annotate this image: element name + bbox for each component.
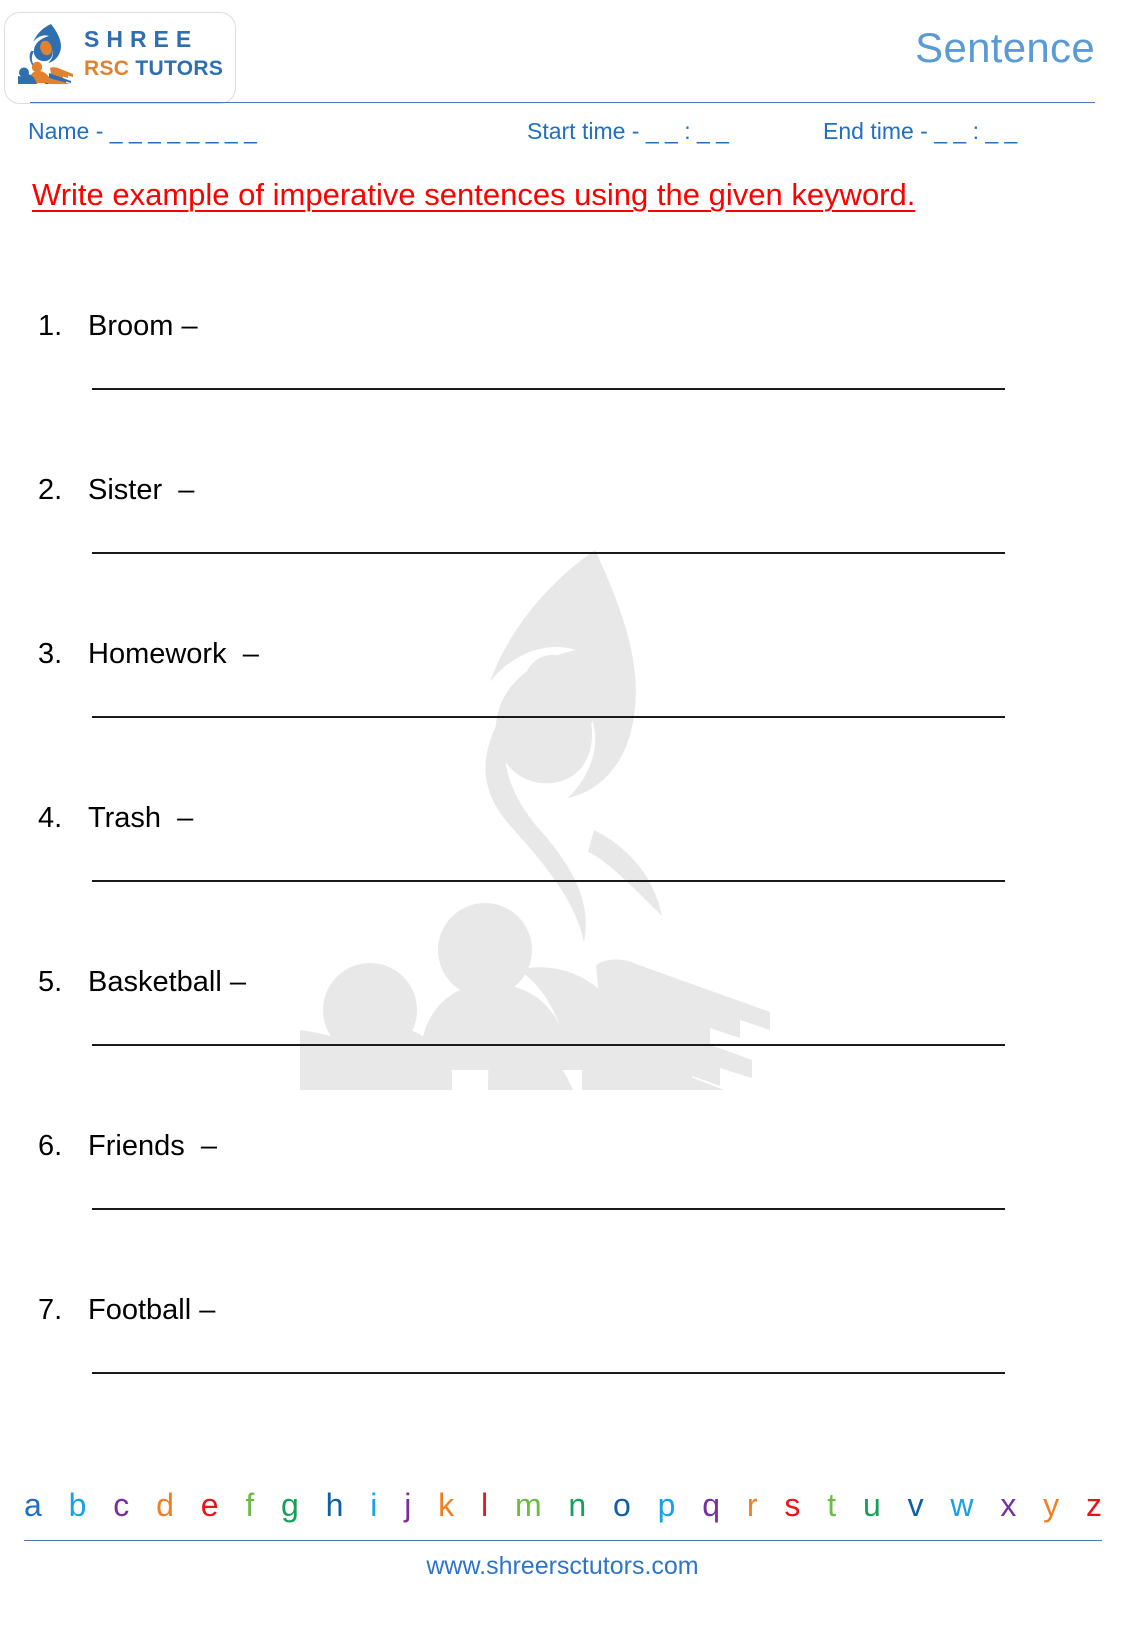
footer-divider (24, 1540, 1102, 1541)
instruction-heading: Write example of imperative sentences us… (32, 172, 962, 219)
logo-tutors-text: TUTORS (129, 56, 224, 80)
question-item: 6. Friends – (0, 1130, 1125, 1294)
alphabet-letter: d (156, 1487, 174, 1523)
question-number: 3. (38, 638, 63, 670)
question-prompt: 7. Football – (38, 1294, 215, 1327)
logo-subtitle: RSC TUTORS (84, 58, 223, 79)
alphabet-letter: g (281, 1487, 299, 1523)
alphabet-letter: e (200, 1487, 219, 1523)
answer-line[interactable] (92, 1044, 1005, 1046)
alphabet-letter: v (907, 1487, 924, 1523)
page-header: SHREE RSC TUTORS Sentence (0, 0, 1125, 104)
question-keyword: Broom – (88, 310, 198, 342)
alphabet-letter: z (1086, 1487, 1102, 1523)
question-prompt: 6. Friends – (38, 1130, 217, 1163)
alphabet-letter: r (746, 1487, 758, 1523)
alphabet-letter: b (68, 1487, 87, 1523)
alphabet-letter: h (325, 1487, 344, 1523)
logo-rsc-text: RSC (84, 56, 130, 80)
student-meta-row: Name - _ _ _ _ _ _ _ _ Start time - _ _ … (0, 118, 1125, 158)
question-item: 2. Sister – (0, 474, 1125, 638)
alphabet-letter: l (481, 1487, 489, 1523)
question-prompt: 2. Sister – (38, 474, 194, 507)
answer-line[interactable] (92, 1208, 1005, 1210)
question-list: 1. Broom – 2. Sister – 3. Homework – 4. Trash –… (0, 310, 1125, 1458)
alphabet-letter: u (862, 1487, 881, 1523)
question-prompt: 5. Basketball – (38, 966, 246, 999)
page-title: Sentence (915, 24, 1095, 71)
answer-line[interactable] (92, 552, 1005, 554)
alphabet-letter: o (613, 1487, 631, 1523)
alphabet-letter: k (438, 1487, 455, 1523)
question-number: 5. (38, 966, 63, 998)
brand-logo: SHREE RSC TUTORS (18, 22, 223, 84)
answer-line[interactable] (92, 716, 1005, 718)
alphabet-letter: m (514, 1487, 542, 1523)
question-number: 1. (38, 310, 63, 342)
name-field-label[interactable]: Name - _ _ _ _ _ _ _ _ (28, 118, 257, 145)
alphabet-letter: i (370, 1487, 378, 1523)
question-keyword: Football – (88, 1294, 216, 1326)
alphabet-strip: abcdefghijklmnopqrstuvwxyz (24, 1489, 1102, 1521)
alphabet-letter: f (245, 1487, 255, 1523)
question-item: 3. Homework – (0, 638, 1125, 802)
alphabet-letter: q (702, 1487, 721, 1523)
question-item: 4. Trash – (0, 802, 1125, 966)
worksheet-page: SHREE RSC TUTORS Sentence Name - _ _ _ _… (0, 0, 1125, 1626)
alphabet-letter: n (568, 1487, 587, 1523)
question-keyword: Homework – (88, 638, 259, 670)
question-number: 7. (38, 1294, 63, 1326)
question-keyword: Friends – (88, 1130, 217, 1162)
start-time-field-label[interactable]: Start time - _ _ : _ _ (527, 118, 729, 145)
footer-website-url[interactable]: www.shreersctutors.com (0, 1552, 1125, 1581)
alphabet-letter: w (950, 1487, 974, 1523)
end-time-field-label[interactable]: End time - _ _ : _ _ (823, 118, 1017, 145)
question-prompt: 3. Homework – (38, 638, 259, 671)
alphabet-letter: a (24, 1487, 42, 1523)
header-divider (30, 102, 1095, 103)
question-item: 5. Basketball – (0, 966, 1125, 1130)
alphabet-letter: x (1000, 1487, 1017, 1523)
question-number: 6. (38, 1130, 63, 1162)
answer-line[interactable] (92, 1372, 1005, 1374)
logo-shree-text: SHREE (84, 25, 199, 52)
answer-line[interactable] (92, 388, 1005, 390)
flame-book-logo-icon (18, 24, 73, 84)
question-keyword: Basketball – (88, 966, 246, 998)
alphabet-letter: j (404, 1487, 412, 1523)
alphabet-letter: y (1043, 1487, 1060, 1523)
instruction-text: Write example of imperative sentences us… (32, 177, 916, 212)
question-number: 2. (38, 474, 63, 506)
question-prompt: 4. Trash – (38, 802, 193, 835)
question-item: 1. Broom – (0, 310, 1125, 474)
alphabet-letter: t (827, 1487, 837, 1523)
question-item: 7. Football – (0, 1294, 1125, 1458)
alphabet-letter: s (784, 1487, 801, 1523)
question-keyword: Sister – (88, 474, 195, 506)
alphabet-letter: p (657, 1487, 676, 1523)
answer-line[interactable] (92, 880, 1005, 882)
question-keyword: Trash – (88, 802, 194, 834)
alphabet-letter: c (113, 1487, 130, 1523)
question-prompt: 1. Broom – (38, 310, 198, 343)
question-number: 4. (38, 802, 63, 834)
